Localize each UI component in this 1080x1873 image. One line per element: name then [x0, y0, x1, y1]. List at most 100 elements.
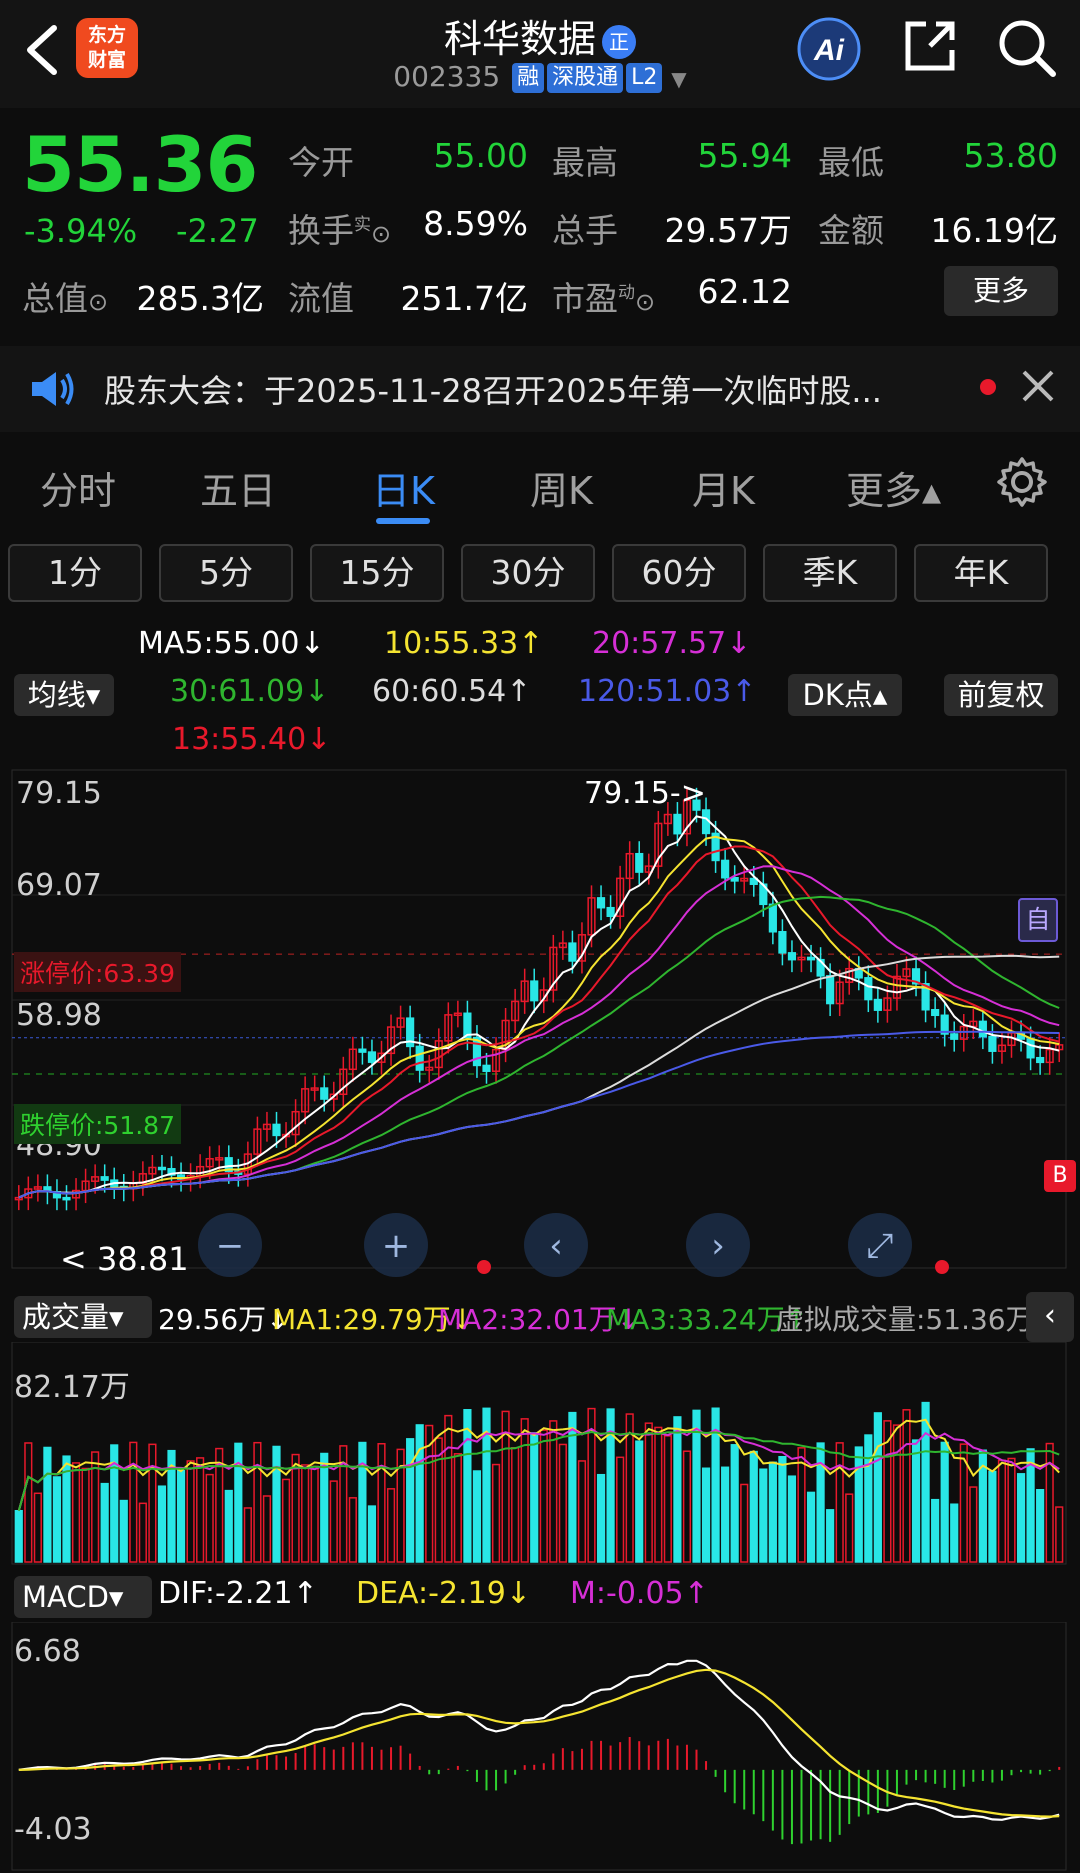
zoom-out-icon-glyph: + — [382, 1226, 411, 1266]
y-label-top: 79.15 — [16, 776, 102, 811]
volume-bar — [835, 1442, 844, 1563]
volume-bar — [892, 1424, 902, 1563]
y-label-3: 58.98 — [16, 998, 102, 1033]
volume-label: 总手 — [552, 211, 618, 250]
volume-bar — [950, 1503, 959, 1563]
volume-selector[interactable]: 成交量▾ — [14, 1296, 152, 1338]
volume-bar — [988, 1470, 997, 1563]
volume-bar — [1007, 1457, 1016, 1563]
info-icon: ⊙ — [635, 288, 656, 316]
ma60-legend: 60:60.54↑ — [372, 674, 532, 709]
candle — [415, 1045, 424, 1071]
volume-bar — [768, 1461, 777, 1563]
tab-monthly-k[interactable]: 月K — [692, 460, 755, 515]
turnover-label: 换手实⊙ — [288, 211, 392, 250]
close-icon[interactable] — [1018, 366, 1058, 406]
code-dropdown-icon[interactable]: ▼ — [671, 67, 686, 91]
more-quote-button[interactable]: 更多 — [944, 266, 1058, 316]
tab-weekly-k[interactable]: 周K — [530, 460, 593, 515]
volume-bar — [740, 1483, 749, 1563]
speaker-icon — [32, 372, 74, 406]
volume-bar — [43, 1446, 52, 1563]
candlestick-chart[interactable]: − + ‹ › ⤢ — [0, 768, 1080, 1288]
period-15min[interactable]: 15分 — [310, 544, 444, 602]
change-amount: -2.27 — [176, 212, 259, 250]
candle — [568, 942, 577, 962]
candle — [530, 980, 539, 1002]
volume-bar — [797, 1447, 806, 1563]
volume-bar — [406, 1438, 415, 1563]
high-annotation: 79.15-> — [584, 776, 706, 811]
period-5min[interactable]: 5分 — [159, 544, 293, 602]
amount-value: 16.19亿 — [930, 211, 1058, 250]
open-label: 今开 — [288, 143, 354, 182]
volume-bar — [969, 1486, 978, 1563]
volume-bar — [272, 1445, 281, 1563]
volume-bar — [234, 1442, 243, 1563]
high-value: 55.94 — [697, 136, 792, 175]
volume-bar — [24, 1442, 33, 1563]
volume-bar — [940, 1441, 949, 1563]
fullscreen-icon-glyph: ⤢ — [866, 1226, 893, 1266]
indicator-selector[interactable]: 均线▾ — [14, 674, 114, 716]
candle — [806, 956, 816, 961]
volume-bar — [845, 1493, 854, 1563]
volume-bar — [1055, 1506, 1064, 1563]
volume-bar — [749, 1450, 758, 1563]
tab-more[interactable]: 更多▴ — [846, 460, 941, 515]
volume-bar — [453, 1453, 462, 1563]
volume-bar — [931, 1498, 940, 1563]
volume-bar — [14, 1510, 23, 1563]
ai-assistant-icon[interactable]: Ai — [796, 16, 862, 82]
tag-margin: 融 — [512, 63, 545, 93]
macd-frame — [11, 1622, 1067, 1871]
volume-bar — [596, 1473, 606, 1563]
macd-chart — [11, 1622, 1067, 1871]
period-year-k[interactable]: 年K — [914, 544, 1048, 602]
volume-bar — [81, 1467, 90, 1563]
tab-intraday[interactable]: 分时 — [40, 460, 116, 515]
volume-bar — [310, 1465, 319, 1563]
volume-bar — [921, 1401, 930, 1563]
macd-selector[interactable]: MACD▾ — [14, 1576, 152, 1618]
stock-code: 002335 — [393, 60, 501, 93]
amount-label: 金额 — [818, 211, 884, 250]
volume-bar — [367, 1505, 377, 1563]
notice-bar[interactable]: 股东大会：于2025-11-28召开2025年第一次临时股... — [0, 346, 1080, 432]
candle — [778, 931, 787, 954]
volume-bar — [138, 1502, 147, 1563]
signal-dot — [935, 1260, 949, 1274]
volume-bar — [71, 1462, 81, 1563]
volume-bar — [148, 1443, 157, 1563]
candle — [873, 998, 882, 1011]
candle — [606, 906, 615, 917]
self-select-tag[interactable]: 自 — [1018, 898, 1058, 942]
period-quarter-k[interactable]: 季K — [763, 544, 897, 602]
ma5-legend: MA5:55.00↓ — [138, 626, 325, 661]
settings-gear-icon[interactable] — [996, 456, 1048, 508]
tab-five-day[interactable]: 五日 — [200, 460, 276, 515]
collapse-panel-icon[interactable]: ‹ — [1026, 1292, 1074, 1342]
share-icon[interactable] — [900, 16, 960, 76]
period-60min[interactable]: 60分 — [612, 544, 746, 602]
last-price: 55.36 — [22, 120, 258, 209]
search-icon[interactable] — [995, 16, 1057, 78]
volume-bar — [100, 1482, 109, 1563]
volume-bar — [1045, 1442, 1054, 1563]
dk-point-button[interactable]: DK点▴ — [788, 674, 902, 716]
volume-bar — [348, 1497, 357, 1563]
volume-bar — [997, 1459, 1007, 1563]
period-30min[interactable]: 30分 — [461, 544, 595, 602]
tab-daily-k[interactable]: 日K — [372, 460, 435, 515]
candle — [978, 1020, 987, 1038]
period-1min[interactable]: 1分 — [8, 544, 142, 602]
volume-bar — [721, 1466, 730, 1563]
float-value: 251.7亿 — [400, 279, 528, 318]
volume-bar — [577, 1460, 587, 1563]
volume-bar — [119, 1499, 128, 1563]
turnover-value: 8.59% — [423, 204, 528, 243]
volume-bar — [635, 1440, 644, 1563]
volume-bar — [491, 1463, 501, 1563]
volume-bar — [196, 1457, 205, 1563]
adjust-button[interactable]: 前复权 — [944, 674, 1058, 716]
